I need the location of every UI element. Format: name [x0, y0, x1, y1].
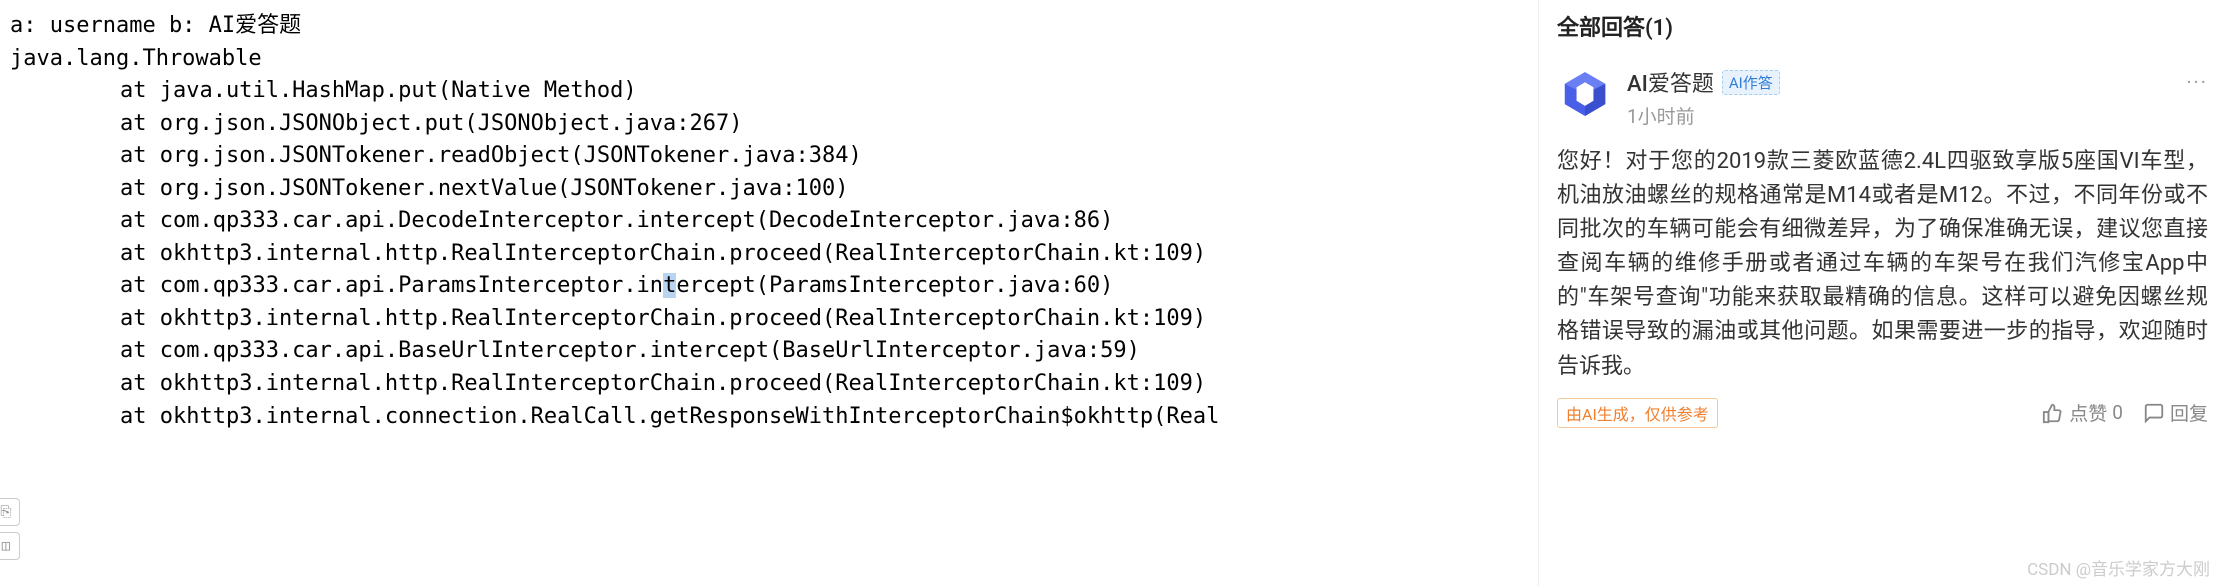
author-name[interactable]: AI爱答题 [1627, 66, 1714, 98]
stack-trace-line: at org.json.JSONObject.put(JSONObject.ja… [10, 108, 1518, 141]
code-panel: ⎘ ◫ a: username b: AI爱答题 java.lang.Throw… [0, 0, 1538, 586]
like-button[interactable]: 点赞 0 [2042, 399, 2123, 426]
answer-body: 您好！对于您的2019款三菱欧蓝德2.4L四驱致享版5座国VI车型，机油放油螺丝… [1557, 139, 2208, 396]
answer-footer: 由AI生成，仅供参考 点赞 0 回复 [1557, 398, 2208, 428]
ai-disclaimer: 由AI生成，仅供参考 [1557, 398, 1718, 428]
ai-avatar-icon [1558, 67, 1612, 121]
reply-button[interactable]: 回复 [2143, 399, 2208, 426]
stack-trace-line: at org.json.JSONTokener.nextValue(JSONTo… [10, 173, 1518, 206]
code-line: a: username b: AI爱答题 [10, 10, 1518, 43]
code-line: java.lang.Throwable [10, 43, 1518, 76]
text-cursor: t [663, 273, 676, 298]
ai-badge: AI作答 [1722, 70, 1780, 95]
reply-label: 回复 [2170, 399, 2208, 426]
comment-icon [2143, 402, 2165, 424]
answer-actions: 点赞 0 回复 [2042, 399, 2208, 426]
stack-trace-line: at com.qp333.car.api.DecodeInterceptor.i… [10, 205, 1518, 238]
stack-trace-line: at okhttp3.internal.http.RealInterceptor… [10, 238, 1518, 271]
author-block: AI爱答题 AI作答 1小时前 [1627, 66, 1780, 129]
stack-trace-line: at java.util.HashMap.put(Native Method) [10, 75, 1518, 108]
answers-header: 全部回答(1) [1557, 10, 2208, 54]
answer-header: AI爱答题 AI作答 1小时前 ··· [1557, 54, 2208, 139]
stack-trace-line: at org.json.JSONTokener.readObject(JSONT… [10, 140, 1518, 173]
stack-trace-line: at com.qp333.car.api.BaseUrlInterceptor.… [10, 335, 1518, 368]
more-button[interactable]: ··· [2186, 70, 2208, 94]
gutter-icon-1[interactable]: ⎘ [0, 498, 20, 526]
watermark: CSDN @音乐学家方大刚 [2027, 555, 2210, 580]
stack-trace-line: at okhttp3.internal.http.RealInterceptor… [10, 368, 1518, 401]
stack-trace-line: at okhttp3.internal.connection.RealCall.… [10, 401, 1518, 434]
gutter-icon-2[interactable]: ◫ [0, 532, 20, 560]
avatar[interactable] [1557, 66, 1613, 122]
gutter-icons: ⎘ ◫ [0, 498, 20, 566]
answers-panel: 全部回答(1) AI爱答题 AI作答 1小时前 ··· 您好！对于您的2019款… [1538, 0, 2228, 586]
stack-trace-line: at com.qp333.car.api.ParamsInterceptor.i… [10, 270, 1518, 303]
stack-trace-line: at okhttp3.internal.http.RealInterceptor… [10, 303, 1518, 336]
like-count: 0 [2112, 401, 2123, 424]
like-label: 点赞 [2069, 399, 2107, 426]
thumbs-up-icon [2042, 402, 2064, 424]
timestamp: 1小时前 [1627, 102, 1780, 129]
